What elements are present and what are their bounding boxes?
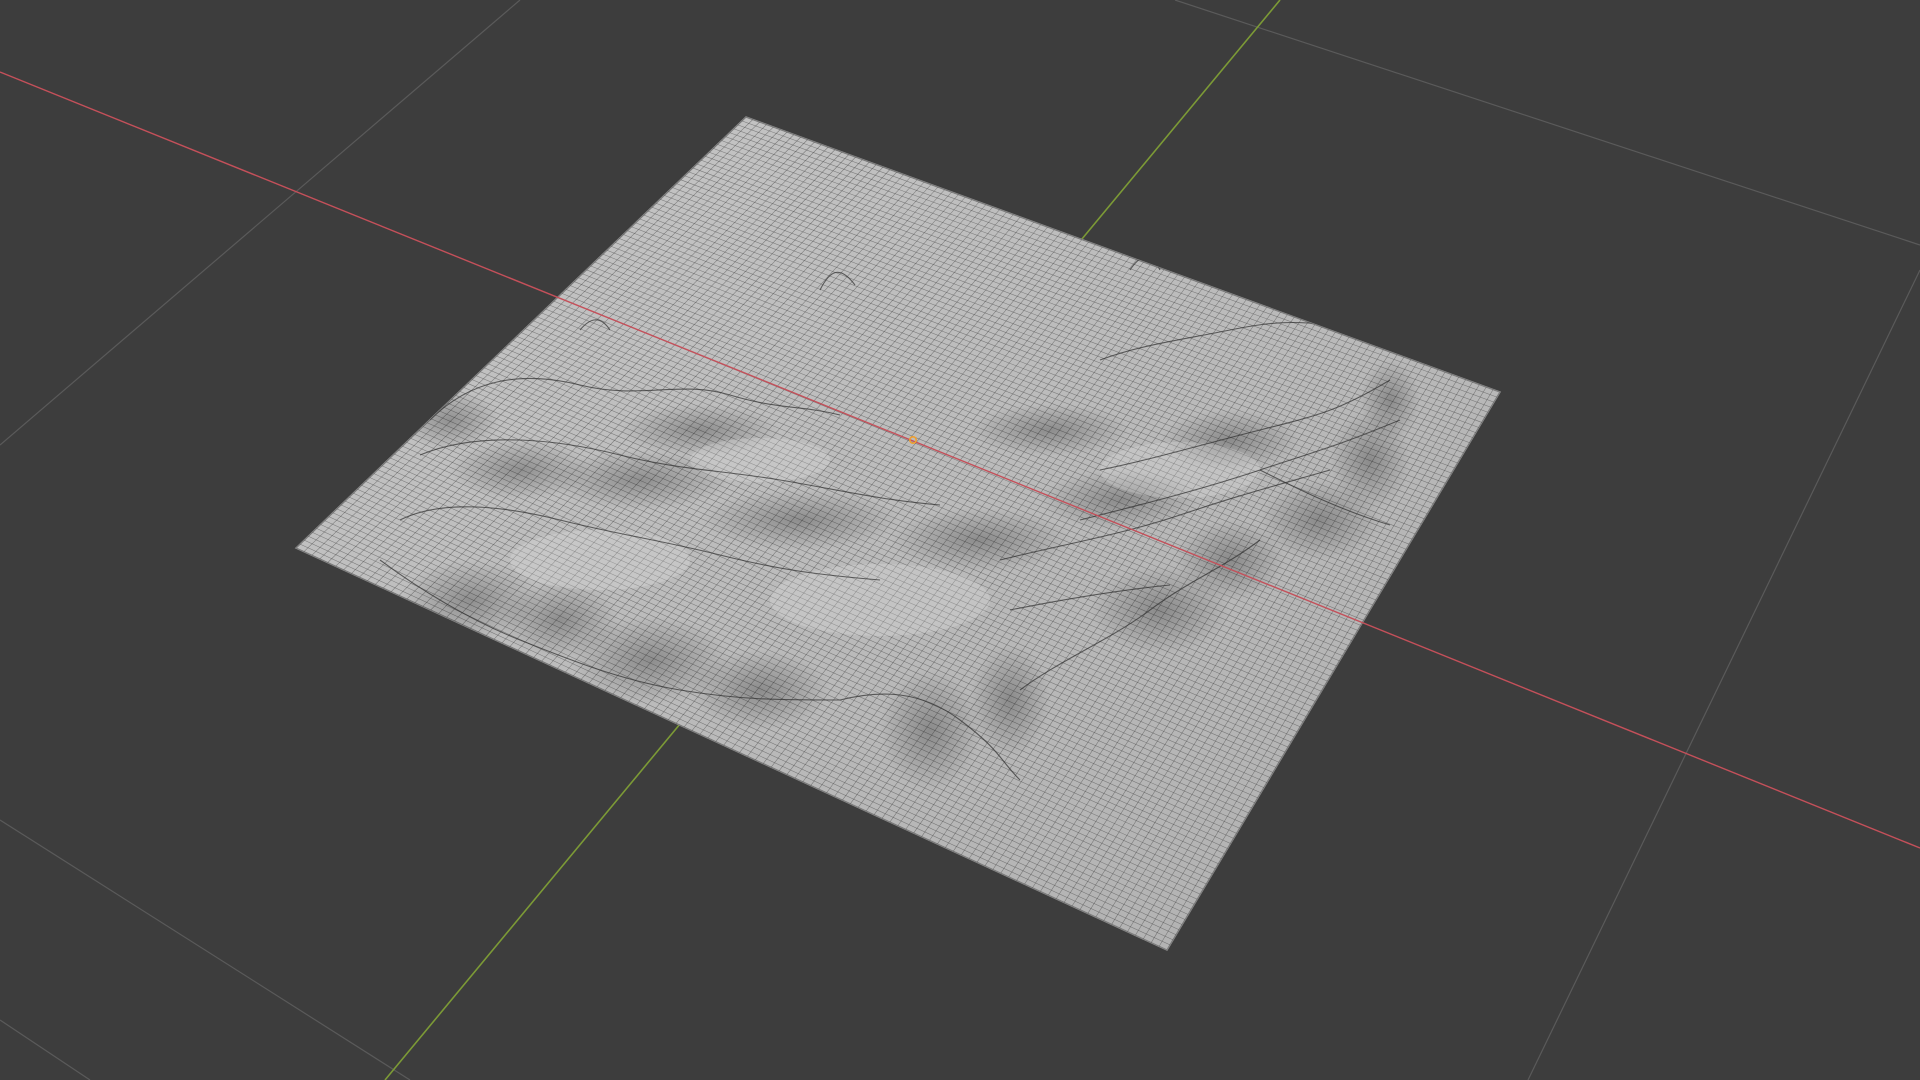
relief-shadow <box>970 644 1050 756</box>
relief-highlight <box>510 530 690 590</box>
relief-shadow <box>970 404 1130 456</box>
grid-line <box>0 0 521 446</box>
3d-viewport[interactable] <box>0 0 1920 1080</box>
grid-line <box>1527 269 1920 1080</box>
grid-line <box>0 1019 91 1080</box>
relief-highlight <box>770 564 990 636</box>
relief-shadow <box>1360 360 1420 440</box>
grid-line <box>1174 0 1920 246</box>
viewport-canvas[interactable] <box>0 0 1920 1080</box>
relief-shadow <box>690 650 830 730</box>
relief-shadow <box>880 670 980 790</box>
relief-highlight <box>690 438 830 482</box>
terrain-mesh[interactable] <box>294 116 1502 951</box>
relief-shadow <box>890 508 1070 572</box>
grid-line <box>0 819 411 1080</box>
relief-shadow <box>700 490 900 550</box>
